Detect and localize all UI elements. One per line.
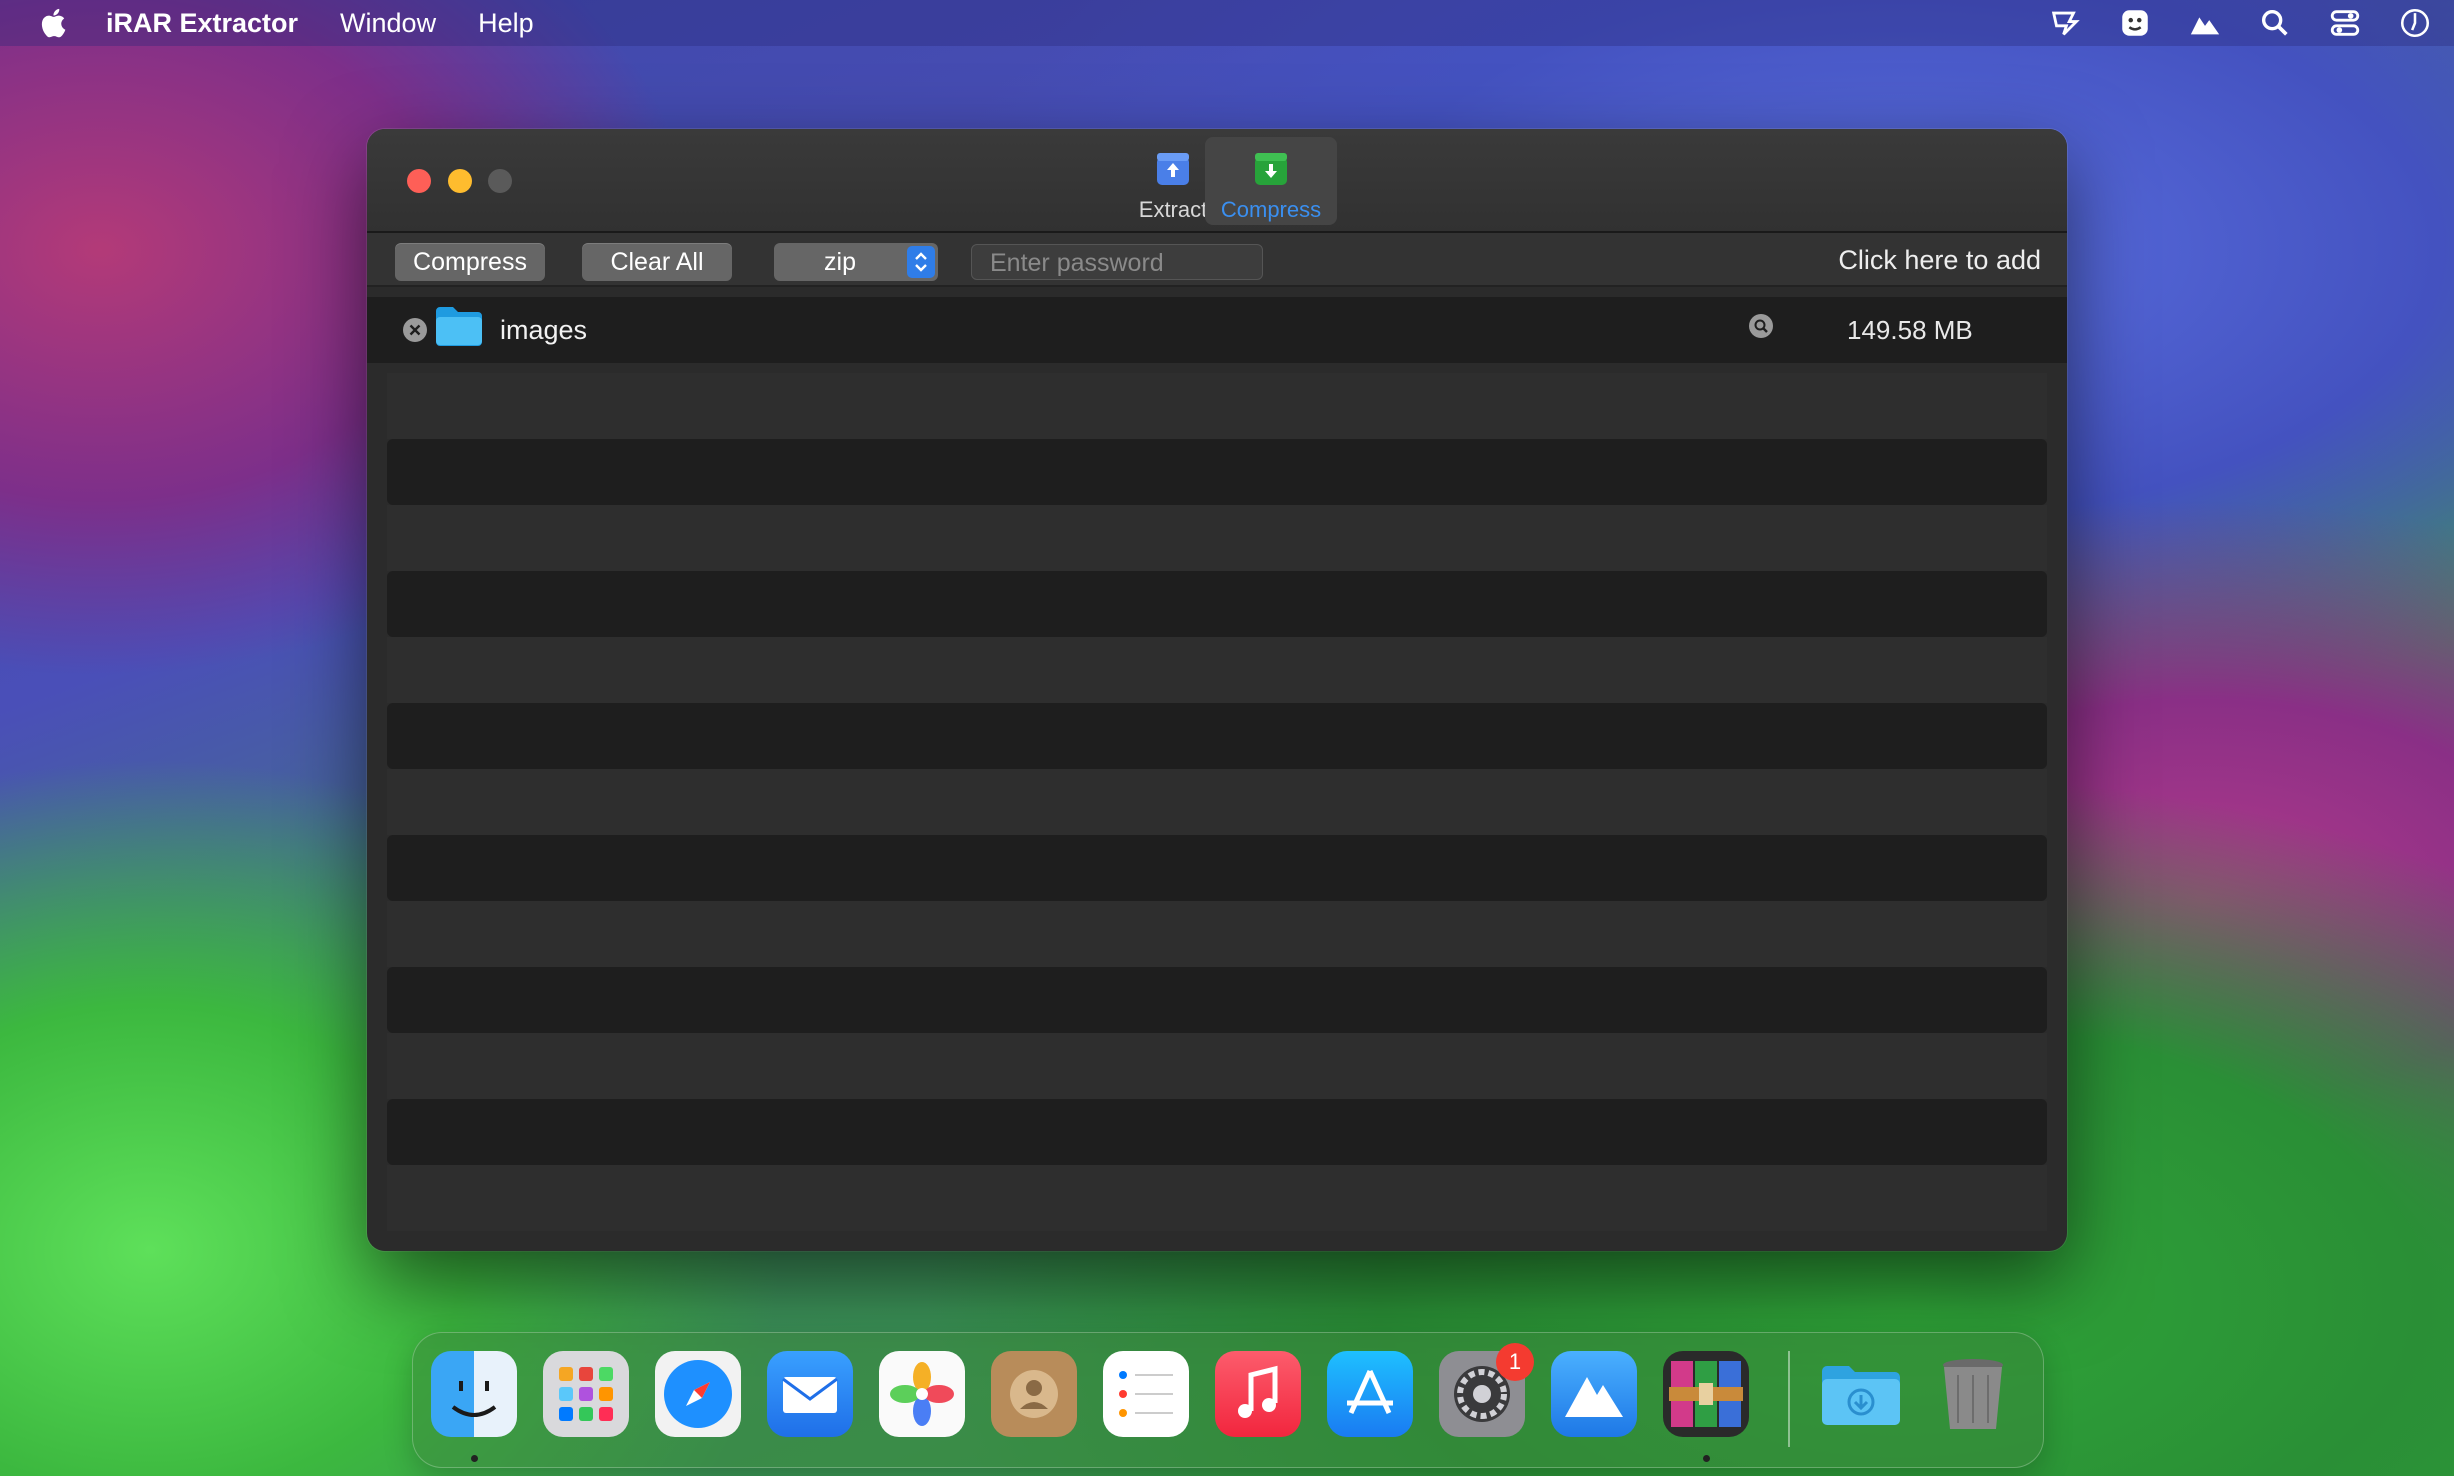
app-window: Extract Compress Compress Clear All zip … (367, 129, 2067, 1251)
list-empty-row (387, 1165, 2047, 1231)
photos-icon[interactable] (879, 1351, 965, 1437)
list-empty-row (387, 769, 2047, 835)
finder-icon[interactable] (431, 1351, 517, 1437)
compress-button[interactable]: Compress (395, 243, 545, 281)
list-empty-row (387, 835, 2047, 901)
list-empty-row (387, 373, 2047, 439)
list-empty-row (387, 901, 2047, 967)
toolbar: Compress Clear All zip Enter password Cl… (367, 233, 2067, 287)
tab-compress[interactable]: Compress (1205, 137, 1337, 225)
clear-all-button[interactable]: Clear All (582, 243, 732, 281)
title-bar: Extract Compress (367, 129, 2067, 233)
photos-flower-icon (890, 1362, 954, 1426)
finder-face-icon (451, 1381, 497, 1417)
app-store-a-icon (1347, 1369, 1393, 1415)
password-field[interactable]: Enter password (971, 244, 1263, 280)
compress-icon (1255, 153, 1287, 185)
safari-icon[interactable] (655, 1351, 741, 1437)
face-id-icon[interactable] (2118, 6, 2152, 40)
launchpad-grid-icon (559, 1367, 613, 1421)
zoom-window-button[interactable] (488, 169, 512, 193)
folder-icon (436, 307, 482, 346)
control-center-icon[interactable] (2328, 6, 2362, 40)
list-empty-row (387, 703, 2047, 769)
checklist-icon (1119, 1371, 1173, 1417)
apple-menu-icon[interactable] (38, 6, 72, 40)
tab-compress-label: Compress (1220, 197, 1322, 222)
music-icon[interactable] (1215, 1351, 1301, 1437)
add-files-hint[interactable]: Click here to add (1838, 245, 2041, 276)
running-indicator (1703, 1455, 1710, 1462)
mountain-icon (1565, 1377, 1623, 1417)
file-row[interactable]: images 149.58 MB (367, 297, 2067, 363)
remove-item-icon[interactable] (402, 317, 428, 343)
list-empty-row (387, 967, 2047, 1033)
list-empty-row (387, 439, 2047, 505)
spotlight-search-icon[interactable] (2258, 6, 2292, 40)
minimize-window-button[interactable] (448, 169, 472, 193)
chevron-updown-icon (907, 246, 935, 278)
file-list: images 149.58 MB (367, 297, 2067, 1245)
list-empty-row (387, 637, 2047, 703)
contacts-icon[interactable] (991, 1351, 1077, 1437)
notification-badge: 1 (1496, 1343, 1534, 1381)
archive-books-icon (1669, 1361, 1743, 1427)
list-empty-row (387, 1033, 2047, 1099)
file-name: images (500, 315, 588, 345)
running-indicator (471, 1455, 478, 1462)
reminders-icon[interactable] (1103, 1351, 1189, 1437)
envelope-icon (782, 1377, 838, 1413)
clock-icon[interactable] (2398, 6, 2432, 40)
launchpad-icon[interactable] (543, 1351, 629, 1437)
menu-bar: iRAR Extractor Window Help (0, 0, 2454, 46)
menu-app-name[interactable]: iRAR Extractor (106, 8, 298, 39)
list-empty-row (387, 505, 2047, 571)
close-window-button[interactable] (407, 169, 431, 193)
format-select-value: zip (824, 248, 856, 276)
magnifying-glass-icon[interactable] (1748, 313, 1774, 339)
list-empty-row (387, 1099, 2047, 1165)
input-source-icon[interactable] (2048, 6, 2082, 40)
list-empty-row (387, 571, 2047, 637)
vpn-icon[interactable] (2188, 6, 2222, 40)
file-size: 149.58 MB (1847, 315, 1973, 345)
format-select[interactable]: zip (774, 243, 938, 281)
menu-window[interactable]: Window (340, 8, 436, 39)
app-store-icon[interactable] (1327, 1351, 1413, 1437)
menu-help[interactable]: Help (478, 8, 534, 39)
mail-icon[interactable] (767, 1351, 853, 1437)
person-icon (1010, 1370, 1058, 1418)
trash-can-icon (1943, 1359, 2003, 1429)
trash-icon[interactable] (1930, 1351, 2016, 1437)
downloads-folder-icon[interactable] (1818, 1351, 1904, 1437)
compass-icon (664, 1360, 732, 1428)
music-note-icon (1238, 1365, 1278, 1418)
dock: 1 (412, 1332, 2044, 1468)
migrate-icon[interactable] (1551, 1351, 1637, 1437)
dock-separator (1788, 1351, 1790, 1447)
irar-extractor-icon[interactable] (1663, 1351, 1749, 1437)
extract-icon (1157, 153, 1189, 185)
download-folder-icon (1822, 1366, 1900, 1425)
